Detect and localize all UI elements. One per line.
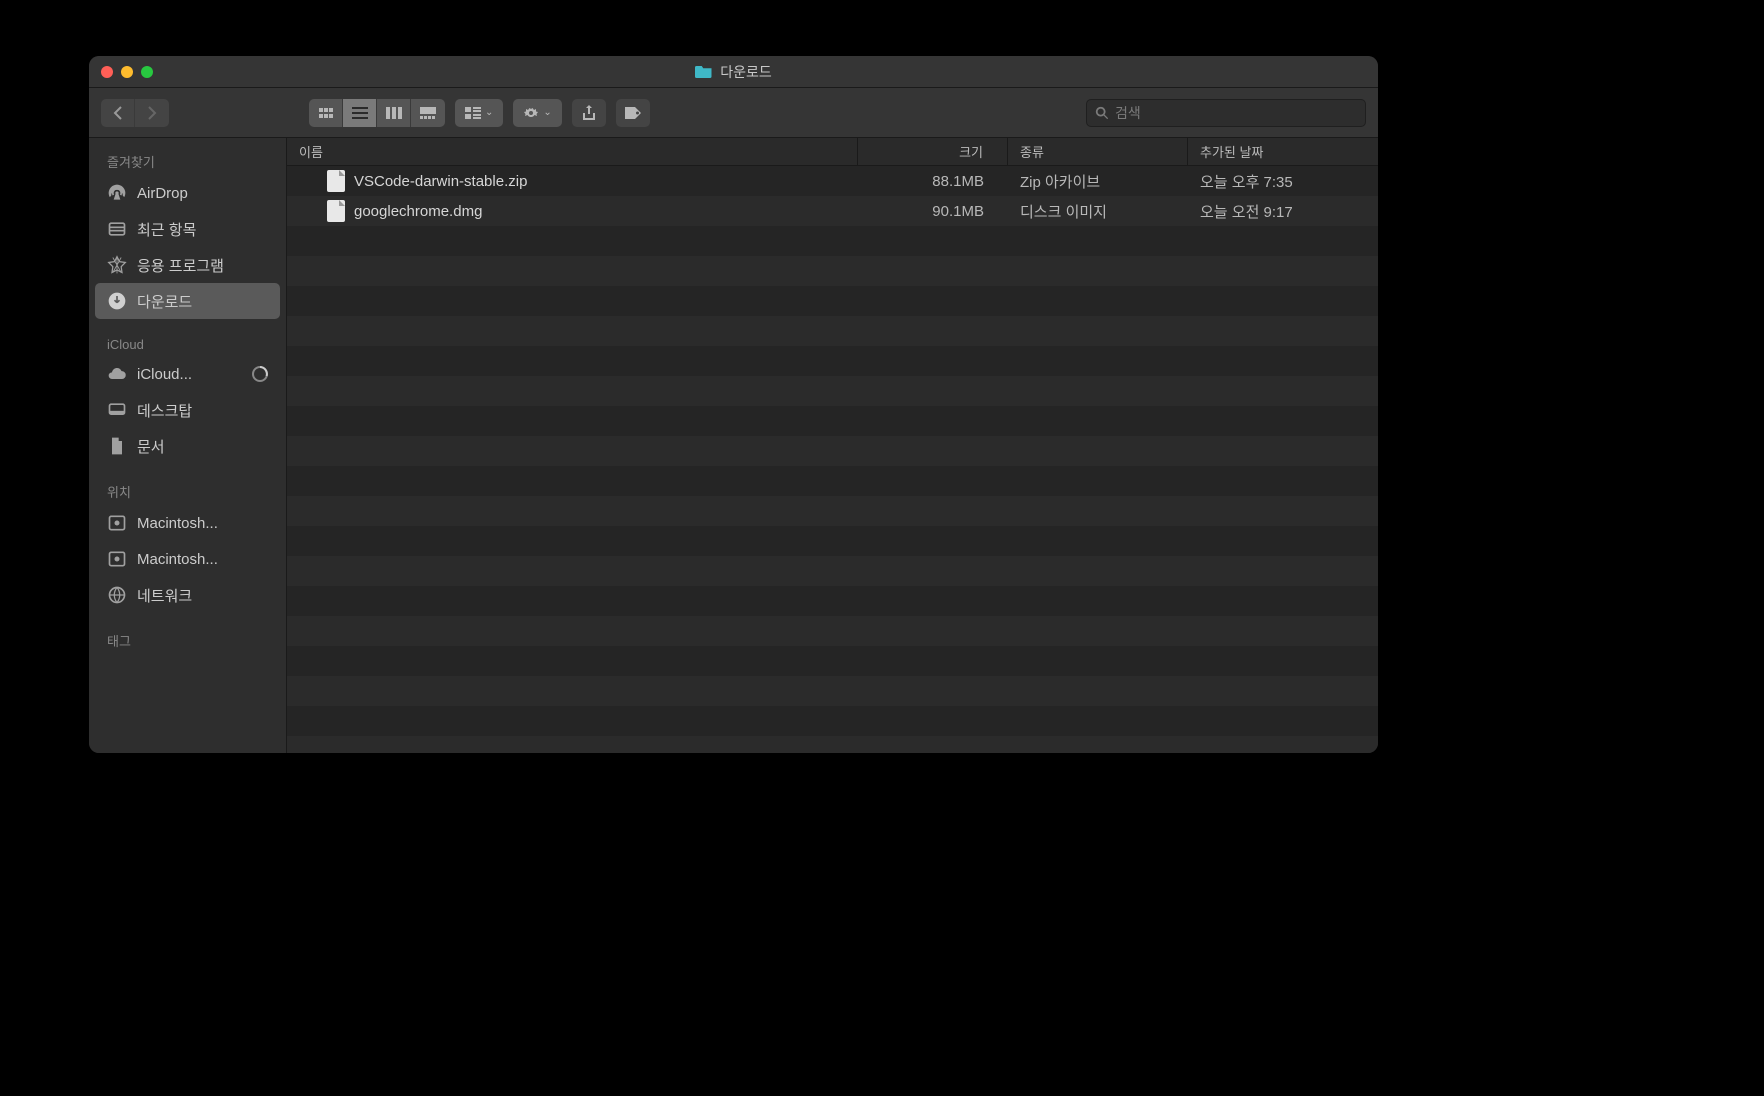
column-header-name[interactable]: 이름 xyxy=(287,138,858,165)
sidebar-item-label: 네트워크 xyxy=(137,585,192,606)
sidebar-item-desktop[interactable]: 데스크탑 xyxy=(89,392,286,428)
action-button-group: ⌄ xyxy=(513,99,561,127)
share-button[interactable] xyxy=(572,99,606,127)
minimize-button[interactable] xyxy=(121,66,133,78)
sidebar-item-documents[interactable]: 문서 xyxy=(89,428,286,464)
traffic-lights xyxy=(101,66,153,78)
file-date: 오늘 오전 9:17 xyxy=(1188,201,1378,222)
file-row[interactable]: googlechrome.dmg 90.1MB 디스크 이미지 오늘 오전 9:… xyxy=(287,196,1378,226)
folder-icon xyxy=(695,63,713,81)
list-view-button[interactable] xyxy=(343,99,377,127)
sidebar: 즐겨찾기 AirDrop 최근 항목 응용 프로그램 다운로드 iCloud xyxy=(89,138,287,753)
sidebar-item-disk-1[interactable]: Macintosh... xyxy=(89,505,286,541)
icon-view-button[interactable] xyxy=(309,99,343,127)
sidebar-item-label: 응용 프로그램 xyxy=(137,255,224,276)
sidebar-item-icloud-drive[interactable]: iCloud... xyxy=(89,356,286,392)
column-header-kind[interactable]: 종류 xyxy=(1008,138,1188,165)
sidebar-item-label: AirDrop xyxy=(137,185,188,202)
file-kind: Zip 아카이브 xyxy=(1008,171,1188,192)
sidebar-item-label: 다운로드 xyxy=(137,291,192,312)
action-button[interactable]: ⌄ xyxy=(513,99,561,127)
back-button[interactable] xyxy=(101,99,135,127)
forward-button[interactable] xyxy=(135,99,169,127)
column-header-size[interactable]: 크기 xyxy=(858,138,1008,165)
window-title-text: 다운로드 xyxy=(720,62,772,82)
sidebar-item-label: iCloud... xyxy=(137,366,192,383)
sidebar-item-disk-2[interactable]: Macintosh... xyxy=(89,541,286,577)
finder-window: 다운로드 xyxy=(89,56,1378,753)
titlebar[interactable]: 다운로드 xyxy=(89,56,1378,88)
sidebar-item-label: 데스크탑 xyxy=(137,400,192,421)
dmg-file-icon xyxy=(327,200,345,222)
recents-icon xyxy=(107,219,127,239)
tag-button[interactable] xyxy=(616,99,650,127)
nav-buttons xyxy=(101,99,169,127)
file-rows: VSCode-darwin-stable.zip 88.1MB Zip 아카이브… xyxy=(287,166,1378,753)
sidebar-heading-tags: 태그 xyxy=(89,625,286,654)
applications-icon xyxy=(107,255,127,275)
sidebar-item-downloads[interactable]: 다운로드 xyxy=(95,283,280,319)
file-date: 오늘 오후 7:35 xyxy=(1188,171,1378,192)
window-body: 즐겨찾기 AirDrop 최근 항목 응용 프로그램 다운로드 iCloud xyxy=(89,138,1378,753)
sidebar-item-airdrop[interactable]: AirDrop xyxy=(89,175,286,211)
file-size: 88.1MB xyxy=(858,173,1008,190)
group-by-button[interactable]: ⌄ xyxy=(455,99,503,127)
disk-system-icon xyxy=(107,549,127,569)
share-button-group xyxy=(572,99,606,127)
zip-file-icon xyxy=(327,170,345,192)
maximize-button[interactable] xyxy=(141,66,153,78)
search-input[interactable]: 검색 xyxy=(1086,99,1366,127)
documents-icon xyxy=(107,436,127,456)
file-size: 90.1MB xyxy=(858,203,1008,220)
file-name: googlechrome.dmg xyxy=(354,203,482,220)
tag-button-group xyxy=(616,99,650,127)
toolbar: ⌄ ⌄ 검색 xyxy=(89,88,1378,138)
file-name: VSCode-darwin-stable.zip xyxy=(354,173,527,190)
search-placeholder: 검색 xyxy=(1115,103,1141,123)
sidebar-item-label: Macintosh... xyxy=(137,551,218,568)
search-icon xyxy=(1095,106,1109,120)
downloads-icon xyxy=(107,291,127,311)
chevron-down-icon: ⌄ xyxy=(485,107,493,118)
sidebar-item-recents[interactable]: 최근 항목 xyxy=(89,211,286,247)
file-list-panel: 이름 크기 종류 추가된 날짜 VSCode-darwin-stable.zip… xyxy=(287,138,1378,753)
airdrop-icon xyxy=(107,183,127,203)
file-row[interactable]: VSCode-darwin-stable.zip 88.1MB Zip 아카이브… xyxy=(287,166,1378,196)
view-mode-buttons xyxy=(309,99,445,127)
sidebar-item-network[interactable]: 네트워크 xyxy=(89,577,286,613)
network-icon xyxy=(107,585,127,605)
chevron-down-icon: ⌄ xyxy=(543,107,551,118)
close-button[interactable] xyxy=(101,66,113,78)
cloud-icon xyxy=(107,364,127,384)
column-headers: 이름 크기 종류 추가된 날짜 xyxy=(287,138,1378,166)
window-title: 다운로드 xyxy=(695,62,772,82)
gallery-view-button[interactable] xyxy=(411,99,445,127)
sidebar-item-label: Macintosh... xyxy=(137,515,218,532)
group-by-button-group: ⌄ xyxy=(455,99,503,127)
column-header-date[interactable]: 추가된 날짜 xyxy=(1188,138,1378,165)
sidebar-item-label: 최근 항목 xyxy=(137,219,196,240)
sidebar-heading-locations: 위치 xyxy=(89,476,286,505)
sidebar-item-label: 문서 xyxy=(137,436,165,457)
disk-icon xyxy=(107,513,127,533)
sidebar-heading-icloud: iCloud xyxy=(89,331,286,356)
column-view-button[interactable] xyxy=(377,99,411,127)
file-kind: 디스크 이미지 xyxy=(1008,201,1188,222)
sidebar-heading-favorites: 즐겨찾기 xyxy=(89,146,286,175)
progress-icon xyxy=(252,366,268,382)
desktop-icon xyxy=(107,400,127,420)
sidebar-item-applications[interactable]: 응용 프로그램 xyxy=(89,247,286,283)
